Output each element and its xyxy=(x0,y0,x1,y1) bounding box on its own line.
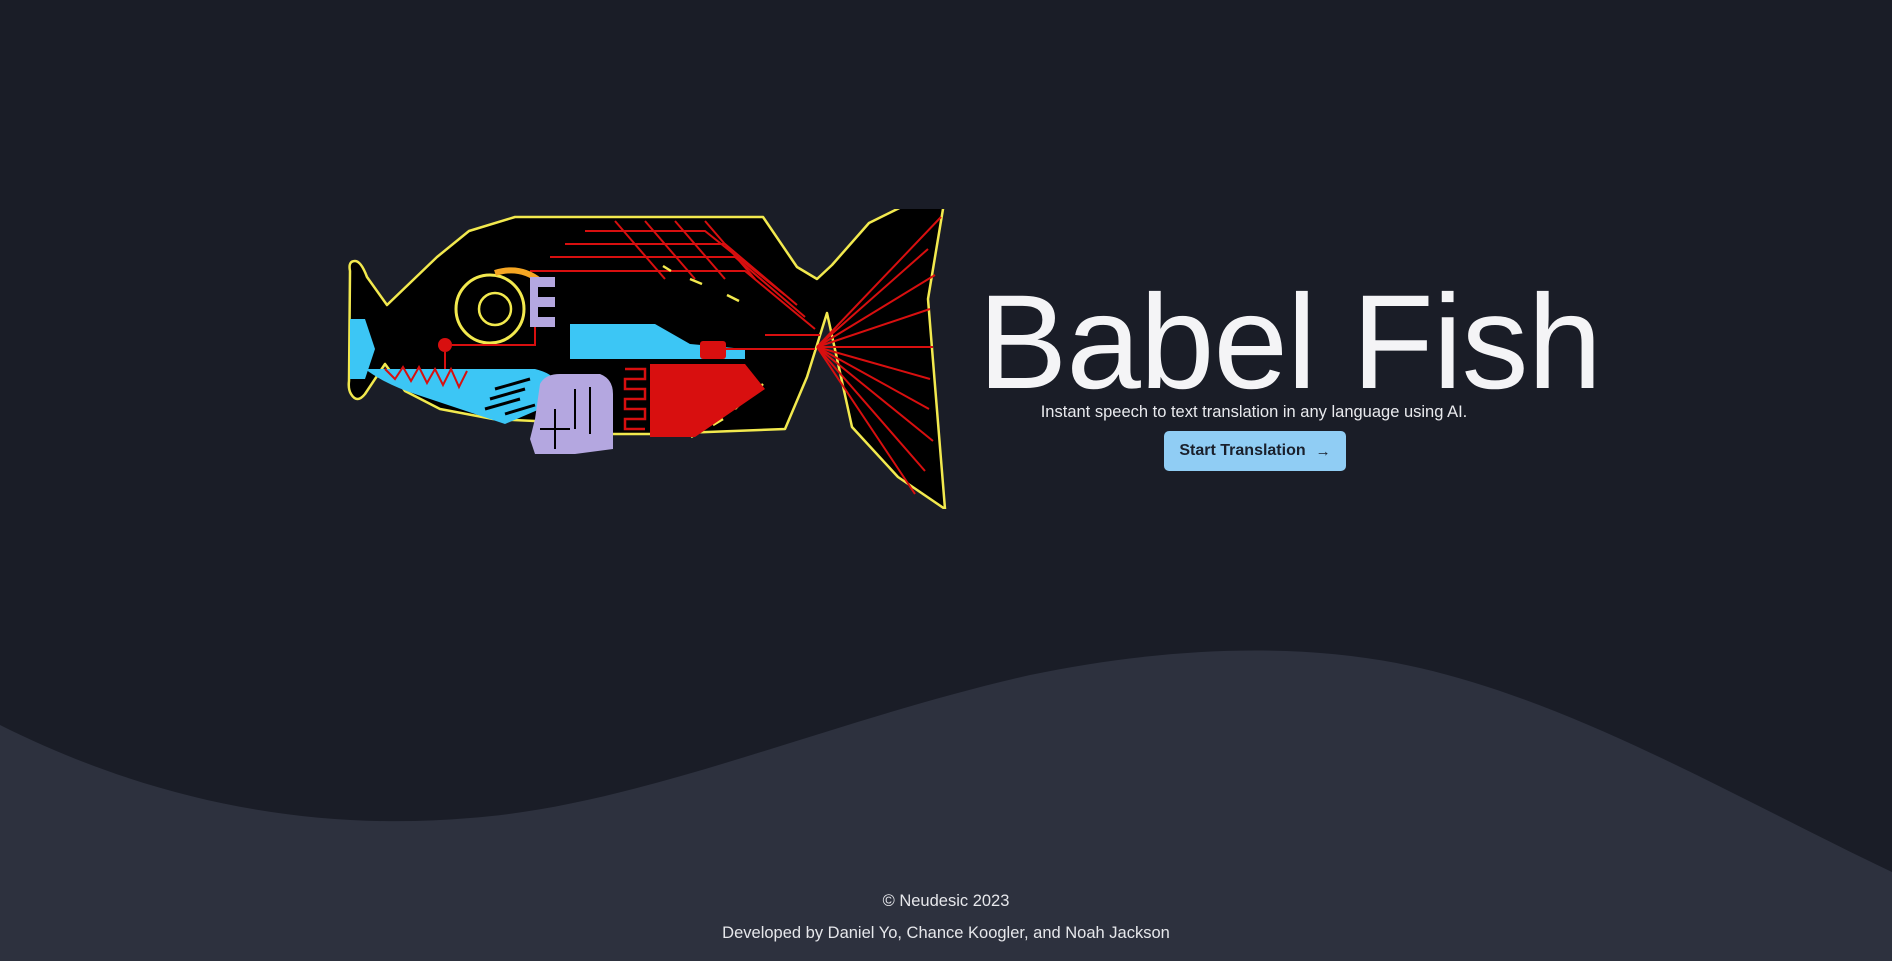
babel-fish-logo xyxy=(347,209,947,509)
start-translation-label: Start Translation xyxy=(1179,442,1306,459)
credits-text: Developed by Daniel Yo, Chance Koogler, … xyxy=(722,924,1170,942)
page-title: Babel Fish xyxy=(978,268,1602,417)
start-translation-button[interactable]: Start Translation → xyxy=(1164,431,1346,471)
arrow-right-icon: → xyxy=(1315,442,1331,460)
footer: © Neudesic 2023 Developed by Daniel Yo, … xyxy=(0,885,1892,949)
copyright-text: © Neudesic 2023 xyxy=(882,892,1010,910)
page-subtitle: Instant speech to text translation in an… xyxy=(1040,403,1468,421)
hero-section: Babel Fish Instant speech to text transl… xyxy=(0,0,1892,961)
